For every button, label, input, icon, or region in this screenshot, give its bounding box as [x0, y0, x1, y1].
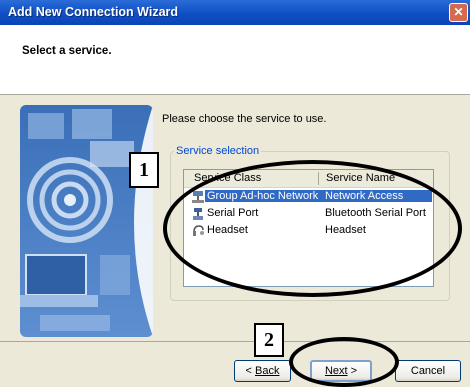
cancel-button-label: Cancel: [410, 365, 446, 377]
cancel-button[interactable]: Cancel: [395, 360, 461, 382]
back-button-label: Back: [255, 365, 280, 377]
close-button[interactable]: ✕: [449, 3, 468, 22]
window-title: Add New Connection Wizard: [8, 5, 179, 19]
annotation-ellipse-list: [163, 160, 462, 297]
page-title: Select a service.: [22, 45, 112, 57]
callout-1: 1: [129, 152, 159, 188]
footer-divider: [0, 341, 470, 342]
title-bar: Add New Connection Wizard ✕: [0, 0, 470, 25]
instruction-text: Please choose the service to use.: [162, 113, 327, 125]
wizard-illustration: [20, 105, 153, 337]
back-arrow: <: [245, 365, 255, 377]
close-icon: ✕: [453, 5, 464, 19]
group-label: Service selection: [174, 145, 262, 157]
callout-2: 2: [254, 323, 284, 357]
wizard-header: Select a service.: [0, 25, 470, 95]
back-button[interactable]: < Back: [234, 360, 291, 382]
annotation-ellipse-next: [289, 337, 399, 387]
